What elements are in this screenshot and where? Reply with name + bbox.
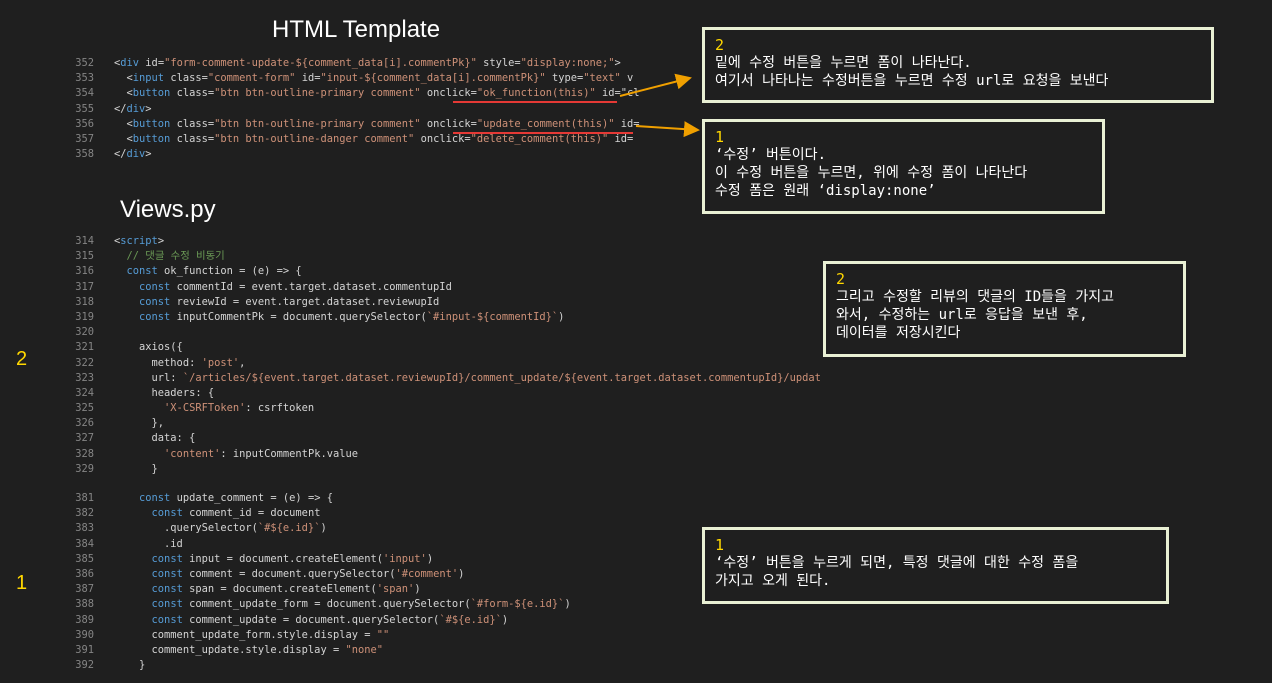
arrow-to-note-1 [635, 121, 700, 138]
annotation-arrows [619, 73, 700, 138]
arrow-to-note-2 [619, 73, 692, 97]
